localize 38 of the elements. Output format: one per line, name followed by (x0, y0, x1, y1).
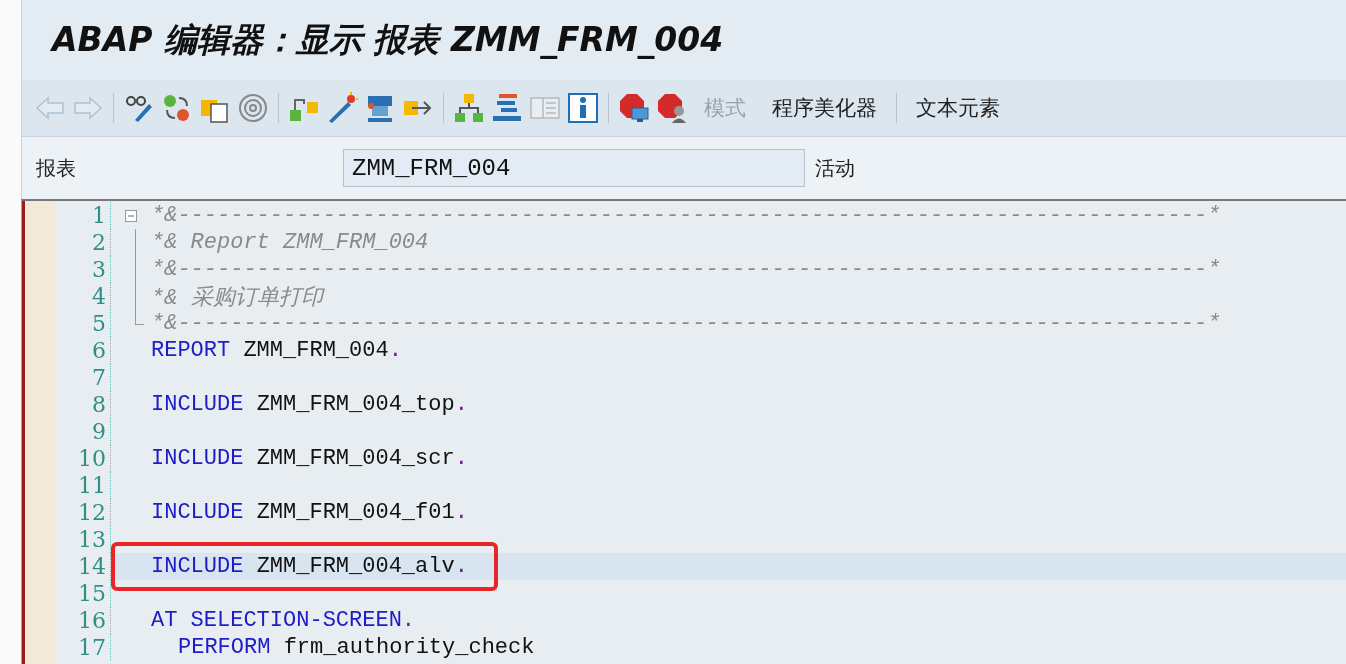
keyword: INCLUDE (151, 554, 244, 579)
keyword: PERFORM (178, 635, 271, 660)
period: . (454, 446, 468, 471)
identifier: ZMM_FRM_004_top (256, 392, 455, 417)
period: . (454, 392, 468, 417)
collapse-icon[interactable] (125, 209, 137, 222)
window-title: ABAP 编辑器：显示 报表 ZMM_FRM_004 (52, 18, 724, 61)
identifier: frm_authority_check (283, 635, 535, 660)
code-comment: *&------------------------------------------------------------------------------* (151, 203, 1221, 228)
period: . (454, 554, 468, 579)
keyword: REPORT (151, 338, 231, 363)
keyword: AT SELECTION-SCREEN (151, 608, 402, 633)
toolbar-button[interactable]: 文本元素 (906, 90, 1010, 126)
code-comment: *&------------------------------------------------------------------------------* (151, 311, 1221, 336)
keyword: INCLUDE (151, 392, 244, 417)
period: . (401, 608, 416, 633)
keyword: INCLUDE (151, 500, 244, 525)
identifier: ZMM_FRM_004_scr (256, 446, 455, 471)
period: . (454, 500, 468, 525)
tree-icon[interactable] (453, 92, 485, 124)
stop-monitor-icon[interactable] (618, 92, 650, 124)
stop-person-icon[interactable] (656, 92, 688, 124)
info-icon[interactable] (567, 92, 599, 124)
identifier: ZMM_FRM_004_alv (256, 554, 455, 579)
spiral-icon[interactable] (237, 92, 269, 124)
keyword: INCLUDE (151, 446, 244, 471)
stack-icon[interactable] (491, 92, 523, 124)
identifier: ZMM_FRM_004 (243, 338, 389, 363)
code-comment: *&------------------------------------------------------------------------------* (151, 257, 1221, 282)
program-name-field[interactable]: ZMM_FRM_004 (343, 149, 805, 187)
toolbar-button[interactable]: 程序美化器 (762, 90, 887, 126)
status-text: 活动 (815, 154, 855, 182)
code-comment: *& Report ZMM_FRM_004 (151, 230, 429, 255)
field-label: 报表 (35, 154, 77, 182)
identifier: ZMM_FRM_004_f01 (256, 500, 455, 525)
code-comment: *& 采购订单打印 (151, 285, 323, 311)
line-number: 14 (55, 553, 111, 580)
period: . (388, 338, 402, 363)
